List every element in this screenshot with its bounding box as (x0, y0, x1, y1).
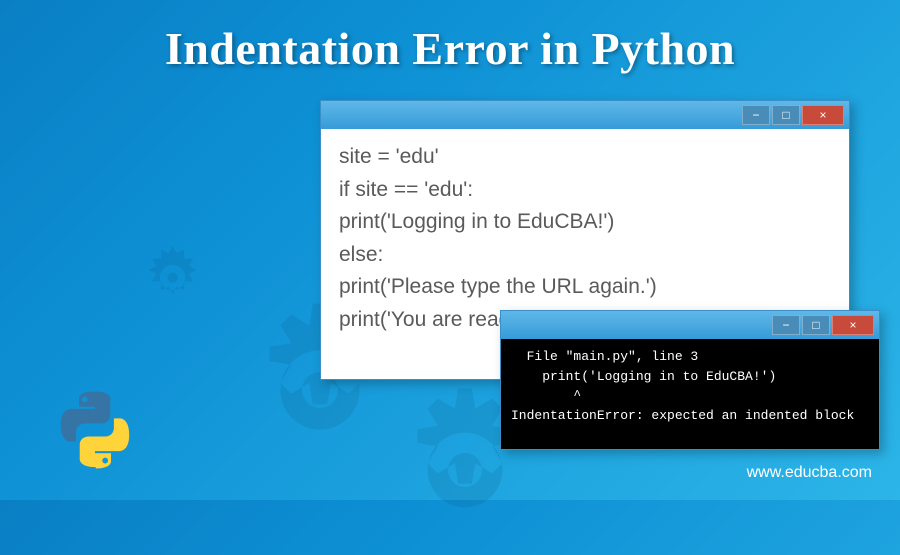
minimize-button[interactable]: − (772, 315, 800, 335)
console-window: − □ × File "main.py", line 3 print('Logg… (500, 310, 880, 450)
code-line: print('Please type the URL again.') (339, 271, 831, 304)
console-line: IndentationError: expected an indented b… (511, 408, 854, 423)
code-line: else: (339, 239, 831, 272)
console-line: File "main.py", line 3 (511, 349, 698, 364)
footer-url: www.educba.com (747, 464, 872, 482)
maximize-button[interactable]: □ (802, 315, 830, 335)
console-line: ^ (511, 388, 581, 403)
page-title: Indentation Error in Python (0, 22, 900, 75)
code-line: print('Logging in to EduCBA!') (339, 206, 831, 239)
gear-icon (135, 240, 210, 315)
close-button[interactable]: × (802, 105, 844, 125)
console-body: File "main.py", line 3 print('Logging in… (501, 339, 879, 449)
window-titlebar: − □ × (321, 101, 849, 129)
code-line: site = 'edu' (339, 141, 831, 174)
console-line: print('Logging in to EduCBA!') (511, 369, 776, 384)
maximize-button[interactable]: □ (772, 105, 800, 125)
minimize-button[interactable]: − (742, 105, 770, 125)
window-titlebar: − □ × (501, 311, 879, 339)
close-button[interactable]: × (832, 315, 874, 335)
code-line: if site == 'edu': (339, 174, 831, 207)
python-logo-icon (55, 390, 135, 470)
